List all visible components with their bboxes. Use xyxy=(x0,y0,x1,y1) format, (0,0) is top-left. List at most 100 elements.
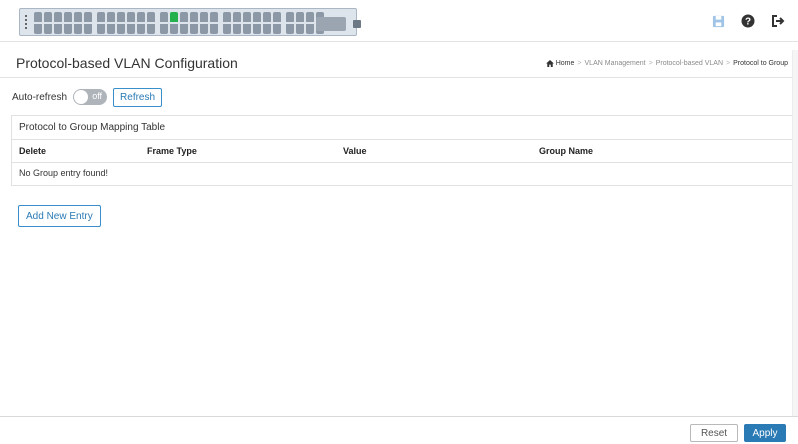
apply-button[interactable]: Apply xyxy=(744,424,786,442)
switch-port[interactable] xyxy=(243,12,251,34)
port-led xyxy=(306,24,314,34)
switch-port[interactable] xyxy=(147,12,155,34)
port-led xyxy=(243,12,251,22)
port-led xyxy=(97,24,105,34)
auto-refresh-toggle[interactable]: off xyxy=(73,89,108,105)
switch-port[interactable] xyxy=(263,12,271,34)
port-led xyxy=(243,24,251,34)
port-led xyxy=(97,12,105,22)
port-led xyxy=(223,24,231,34)
port-led xyxy=(253,24,261,34)
toggle-knob xyxy=(74,90,89,104)
switch-port[interactable] xyxy=(54,12,62,34)
switch-port[interactable] xyxy=(44,12,52,34)
switch-port-panel[interactable] xyxy=(19,8,361,36)
port-led xyxy=(74,12,82,22)
port-led xyxy=(306,12,314,22)
switch-port[interactable] xyxy=(84,12,92,34)
breadcrumb-separator: > xyxy=(648,60,653,67)
switch-port[interactable] xyxy=(74,12,82,34)
port-led xyxy=(44,24,52,34)
port-led xyxy=(54,24,62,34)
port-led xyxy=(117,12,125,22)
switch-port[interactable] xyxy=(137,12,145,34)
switch-port[interactable] xyxy=(117,12,125,34)
switch-port[interactable] xyxy=(97,12,105,34)
title-bar: Protocol-based VLAN Configuration Home >… xyxy=(0,50,798,78)
port-led xyxy=(190,24,198,34)
switch-port[interactable] xyxy=(200,12,208,34)
home-icon xyxy=(545,60,554,67)
switch-port[interactable] xyxy=(170,12,178,34)
port-led xyxy=(147,24,155,34)
auto-refresh-row: Auto-refresh off Refresh xyxy=(12,87,163,107)
breadcrumb: Home > VLAN Management > Protocol-based … xyxy=(545,60,788,67)
switch-port[interactable] xyxy=(210,12,218,34)
switch-port[interactable] xyxy=(286,12,294,34)
port-led xyxy=(296,24,304,34)
port-led xyxy=(137,12,145,22)
help-icon[interactable]: ? xyxy=(740,13,756,29)
breadcrumb-current: Protocol to Group xyxy=(733,60,788,67)
port-led xyxy=(180,24,188,34)
table-header-row: Delete Frame Type Value Group Name xyxy=(12,140,792,163)
port-led xyxy=(74,24,82,34)
switch-port[interactable] xyxy=(233,12,241,34)
port-led xyxy=(200,24,208,34)
port-led xyxy=(54,12,62,22)
port-led xyxy=(127,24,135,34)
scrollbar[interactable] xyxy=(792,50,798,416)
switch-port[interactable] xyxy=(107,12,115,34)
breadcrumb-separator: > xyxy=(577,60,582,67)
breadcrumb-home[interactable]: Home xyxy=(545,60,574,67)
switch-port[interactable] xyxy=(127,12,135,34)
switch-port[interactable] xyxy=(180,12,188,34)
save-icon[interactable] xyxy=(710,13,726,29)
port-led xyxy=(170,12,178,22)
port-led xyxy=(286,24,294,34)
add-new-entry-button[interactable]: Add New Entry xyxy=(18,205,101,227)
switch-port[interactable] xyxy=(306,12,314,34)
toggle-state-text: off xyxy=(92,91,103,101)
column-group-name: Group Name xyxy=(532,140,792,163)
header-icons: ? xyxy=(710,13,786,29)
port-led xyxy=(147,12,155,22)
svg-text:?: ? xyxy=(745,17,751,28)
table-title: Protocol to Group Mapping Table xyxy=(12,116,792,140)
port-led xyxy=(286,12,294,22)
breadcrumb-separator: > xyxy=(726,60,731,67)
port-led xyxy=(180,12,188,22)
reset-button[interactable]: Reset xyxy=(690,424,738,442)
breadcrumb-item-vlan-management[interactable]: VLAN Management xyxy=(585,60,646,67)
logout-icon[interactable] xyxy=(770,13,786,29)
port-led xyxy=(34,12,42,22)
switch-port[interactable] xyxy=(160,12,168,34)
switch-port[interactable] xyxy=(223,12,231,34)
column-frame-type: Frame Type xyxy=(140,140,336,163)
switch-port[interactable] xyxy=(273,12,281,34)
breadcrumb-item-protocol-based-vlan[interactable]: Protocol-based VLAN xyxy=(656,60,723,67)
panel-indicator xyxy=(25,15,28,31)
port-led xyxy=(107,12,115,22)
port-led xyxy=(210,24,218,34)
refresh-button[interactable]: Refresh xyxy=(113,87,163,107)
mapping-table: Delete Frame Type Value Group Name No Gr… xyxy=(12,140,792,184)
switch-port[interactable] xyxy=(64,12,72,34)
footer-bar: Reset Apply xyxy=(0,416,798,444)
switch-port[interactable] xyxy=(190,12,198,34)
switch-port[interactable] xyxy=(296,12,304,34)
port-led xyxy=(137,24,145,34)
port-led xyxy=(107,24,115,34)
port-led xyxy=(34,24,42,34)
port-led xyxy=(84,24,92,34)
port-led xyxy=(263,12,271,22)
port-led xyxy=(253,12,261,22)
column-delete: Delete xyxy=(12,140,140,163)
sfp-port[interactable] xyxy=(316,17,346,31)
port-led xyxy=(233,12,241,22)
port-led xyxy=(210,12,218,22)
auto-refresh-label: Auto-refresh xyxy=(12,91,68,103)
switch-port[interactable] xyxy=(253,12,261,34)
port-led xyxy=(64,24,72,34)
switch-port[interactable] xyxy=(34,12,42,34)
